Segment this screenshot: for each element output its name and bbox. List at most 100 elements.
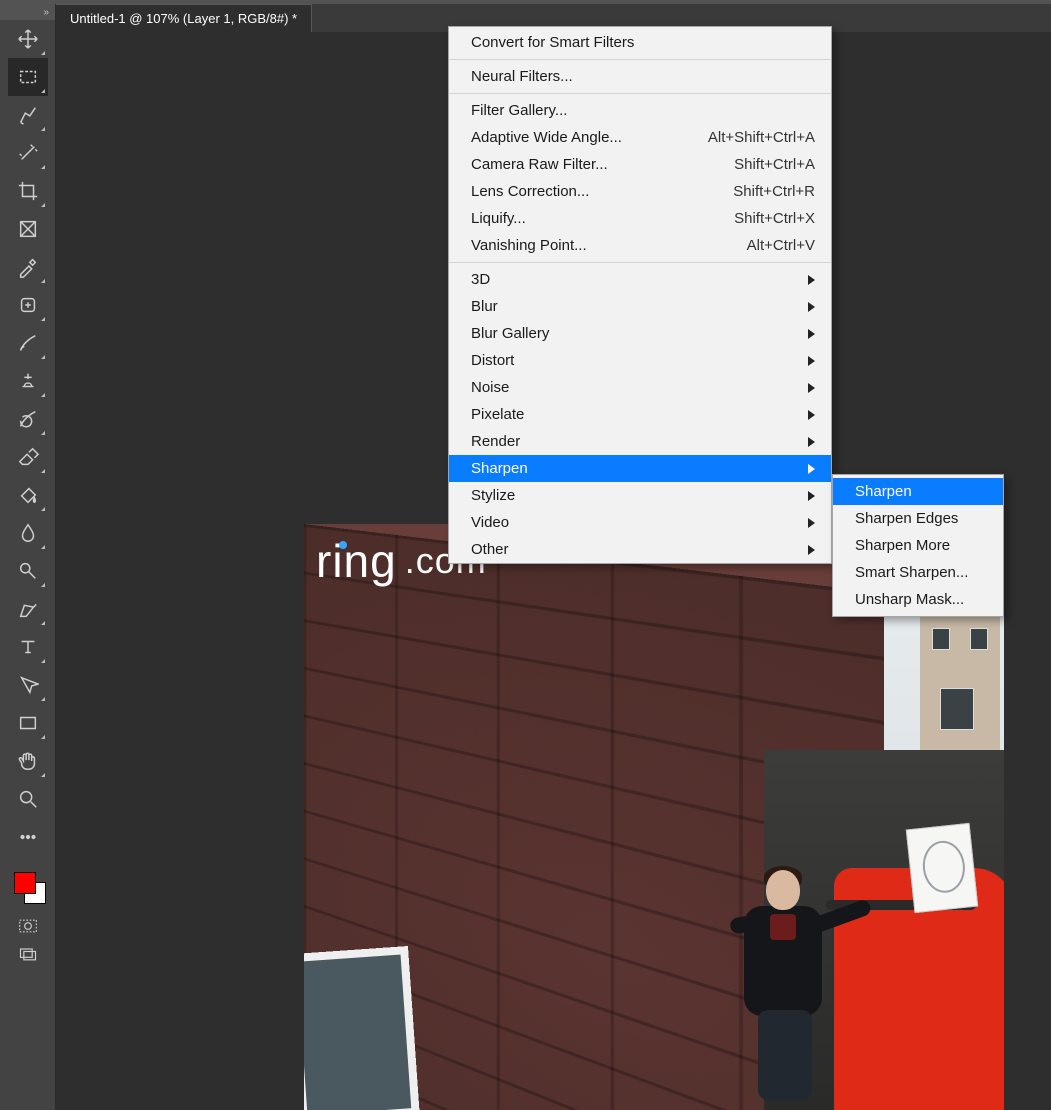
filter-menu-item[interactable]: Distort [449,347,831,374]
type-tool[interactable] [8,628,48,666]
submenu-arrow-icon [808,518,815,528]
menu-item-shortcut: Shift+Ctrl+A [734,156,815,173]
menu-item-label: Smart Sharpen... [855,564,968,581]
sharpen-menu-item[interactable]: Sharpen [833,478,1003,505]
filter-menu-item[interactable]: Render [449,428,831,455]
menu-item-label: Blur Gallery [471,325,549,342]
menu-item-label: Noise [471,379,509,396]
filter-menu-item[interactable]: Adaptive Wide Angle... Alt+Shift+Ctrl+A [449,124,831,151]
menu-item-label: Blur [471,298,498,315]
filter-menu-item[interactable]: Blur [449,293,831,320]
document-tab-title: Untitled-1 @ 107% (Layer 1, RGB/8#) * [70,11,297,26]
toolbox-expand-handle[interactable]: » [0,4,55,20]
menu-item-label: Sharpen More [855,537,950,554]
healing-brush-tool[interactable] [8,286,48,324]
submenu-arrow-icon [808,383,815,393]
menu-item-shortcut: Alt+Shift+Ctrl+A [708,129,815,146]
history-brush-tool[interactable] [8,400,48,438]
dodge-tool[interactable] [8,552,48,590]
rectangular-marquee-tool[interactable] [8,58,48,96]
menu-item-label: Other [471,541,509,558]
submenu-arrow-icon [808,410,815,420]
hand-tool[interactable] [8,742,48,780]
screen-mode-toggle[interactable] [8,940,48,968]
menu-item-label: Filter Gallery... [471,102,567,119]
sharpen-menu-item[interactable]: Unsharp Mask... [833,586,1003,613]
menu-item-label: Unsharp Mask... [855,591,964,608]
menu-separator [449,262,831,263]
eraser-tool[interactable] [8,438,48,476]
canvas-area[interactable]: ring.com Convert for Smart FiltersNeural… [56,32,1051,1110]
menu-item-label: Pixelate [471,406,524,423]
filter-menu-item[interactable]: Filter Gallery... [449,97,831,124]
zoom-tool[interactable] [8,780,48,818]
document-tab[interactable]: Untitled-1 @ 107% (Layer 1, RGB/8#) * [56,4,312,32]
submenu-arrow-icon [808,275,815,285]
menu-item-label: Camera Raw Filter... [471,156,608,173]
crop-tool[interactable] [8,172,48,210]
menu-item-label: Vanishing Point... [471,237,587,254]
image-box-held [906,823,978,913]
submenu-arrow-icon [808,302,815,312]
menu-separator [449,93,831,94]
sharpen-menu-item[interactable]: Sharpen More [833,532,1003,559]
quick-mask-toggle[interactable] [8,912,48,940]
menu-item-label: 3D [471,271,490,288]
pen-tool[interactable] [8,590,48,628]
path-selection-tool[interactable] [8,666,48,704]
filter-menu-item[interactable]: Lens Correction...Shift+Ctrl+R [449,178,831,205]
submenu-arrow-icon [808,437,815,447]
filter-menu-item[interactable]: Vanishing Point...Alt+Ctrl+V [449,232,831,259]
filter-menu-item[interactable]: Sharpen [449,455,831,482]
filter-menu-item[interactable]: Neural Filters... [449,63,831,90]
expand-icon: » [43,7,49,18]
menu-separator [449,59,831,60]
submenu-arrow-icon [808,464,815,474]
menu-item-label: Convert for Smart Filters [471,34,634,51]
submenu-arrow-icon [808,356,815,366]
filter-menu-item[interactable]: Video [449,509,831,536]
rectangle-tool[interactable] [8,704,48,742]
menu-item-label: Adaptive Wide Angle... [471,129,622,146]
menu-item-label: Neural Filters... [471,68,573,85]
filter-menu-item[interactable]: Camera Raw Filter... Shift+Ctrl+A [449,151,831,178]
filter-menu-item[interactable]: Convert for Smart Filters [449,29,831,56]
lasso-tool[interactable] [8,96,48,134]
filter-menu-item[interactable]: Other [449,536,831,563]
image-house-window [970,628,988,650]
brush-tool[interactable] [8,324,48,362]
image-window-fragment [304,946,420,1110]
sharpen-menu-item[interactable]: Sharpen Edges [833,505,1003,532]
menu-item-label: Lens Correction... [471,183,589,200]
menu-item-label: Sharpen [855,483,912,500]
filter-menu-item[interactable]: Liquify...Shift+Ctrl+X [449,205,831,232]
menu-item-label: Stylize [471,487,515,504]
submenu-arrow-icon [808,491,815,501]
sharpen-menu-item[interactable]: Smart Sharpen... [833,559,1003,586]
clone-stamp-tool[interactable] [8,362,48,400]
filter-menu-item[interactable]: Noise [449,374,831,401]
filter-menu-item[interactable]: Pixelate [449,401,831,428]
eyedropper-tool[interactable] [8,248,48,286]
frame-tool[interactable] [8,210,48,248]
image-person [734,870,834,1100]
menu-item-label: Sharpen [471,460,528,477]
magic-wand-tool[interactable] [8,134,48,172]
color-swatches[interactable] [8,866,48,912]
filter-menu-item[interactable]: Stylize [449,482,831,509]
toolbox: » [0,4,56,1110]
menu-item-label: Render [471,433,520,450]
blur-tool[interactable] [8,514,48,552]
edit-toolbar[interactable] [8,818,48,856]
filter-menu-item[interactable]: 3D [449,266,831,293]
menu-item-label: Sharpen Edges [855,510,958,527]
move-tool[interactable] [8,20,48,58]
foreground-swatch[interactable] [14,872,36,894]
submenu-arrow-icon [808,329,815,339]
paint-bucket-tool[interactable] [8,476,48,514]
watermark-brand: ring [316,535,397,587]
filter-menu: Convert for Smart Filters Neural Filters.… [448,26,832,564]
filter-menu-item[interactable]: Blur Gallery [449,320,831,347]
image-house-door [940,688,974,730]
image-house-window [932,628,950,650]
